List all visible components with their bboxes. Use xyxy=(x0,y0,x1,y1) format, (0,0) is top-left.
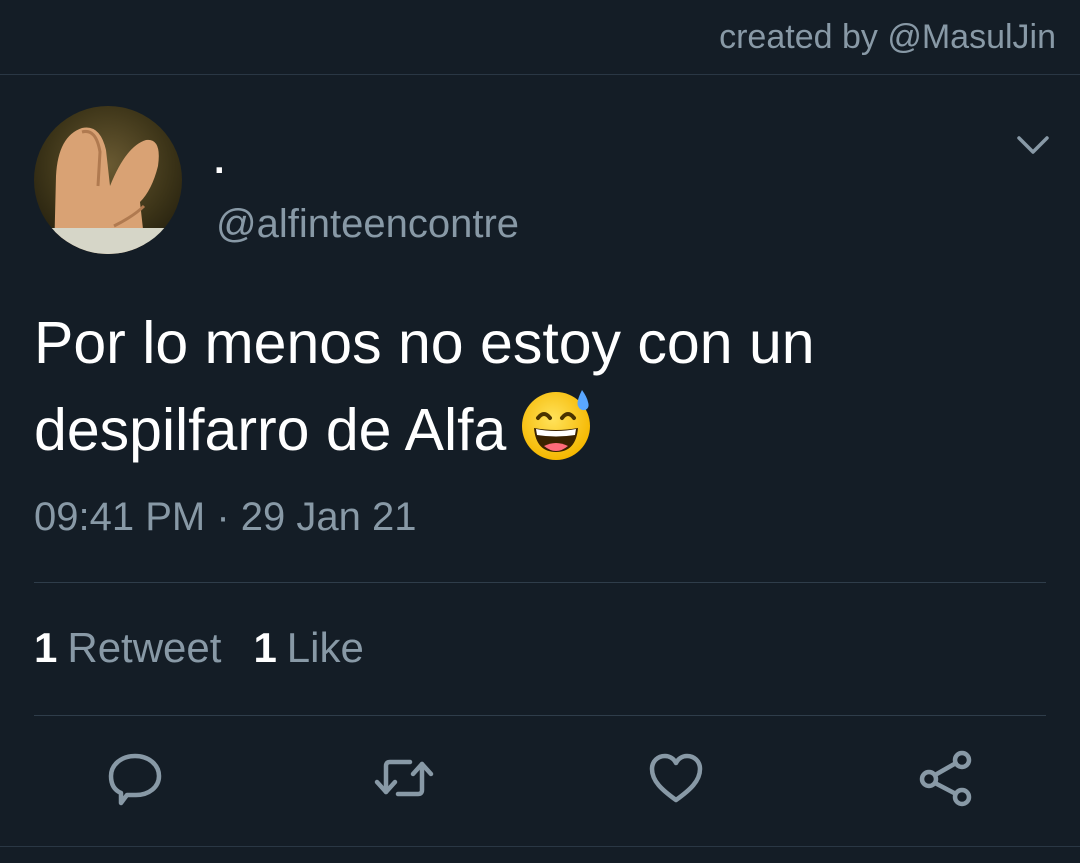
engagement-stats: 1 Retweet 1 Like xyxy=(34,624,364,672)
tweet-text-line-2: despilfarro de Alfa xyxy=(34,386,1044,473)
reply-icon[interactable] xyxy=(105,748,165,808)
tweet-text: Por lo menos no estoy con un despilfarro… xyxy=(34,300,1044,473)
creator-credit: created by @MasulJin xyxy=(719,18,1056,56)
timestamp-separator: · xyxy=(216,495,230,539)
retweet-label: Retweet xyxy=(67,624,222,671)
tweet-time: 09:41 PM xyxy=(34,495,206,539)
avatar-photo xyxy=(34,106,182,254)
like-count-link[interactable]: 1 Like xyxy=(253,624,363,672)
display-name[interactable]: . xyxy=(214,140,225,183)
heart-icon[interactable] xyxy=(646,748,706,808)
grinning-face-with-sweat-icon xyxy=(522,390,591,460)
chevron-down-icon[interactable] xyxy=(1016,132,1050,158)
like-label: Like xyxy=(286,624,364,671)
share-icon[interactable] xyxy=(916,748,976,808)
tweet-screenshot: created by @MasulJin . @alfinteencontre … xyxy=(0,0,1080,863)
like-count: 1 xyxy=(253,624,277,671)
tweet-date: 29 Jan 21 xyxy=(240,495,417,539)
bottom-divider xyxy=(0,846,1080,847)
actions-top-divider xyxy=(34,715,1046,716)
tweet-text-line-2-text: despilfarro de Alfa xyxy=(34,397,507,463)
stats-top-divider xyxy=(34,582,1046,583)
retweet-icon[interactable] xyxy=(374,748,434,808)
user-handle[interactable]: @alfinteencontre xyxy=(216,202,519,247)
retweet-count-link[interactable]: 1 Retweet xyxy=(34,624,221,672)
header-divider xyxy=(0,74,1080,75)
tweet-timestamp[interactable]: 09:41 PM · 29 Jan 21 xyxy=(34,495,417,540)
avatar[interactable] xyxy=(34,106,182,254)
tweet-text-line-1: Por lo menos no estoy con un xyxy=(34,310,815,376)
retweet-count: 1 xyxy=(34,624,58,671)
